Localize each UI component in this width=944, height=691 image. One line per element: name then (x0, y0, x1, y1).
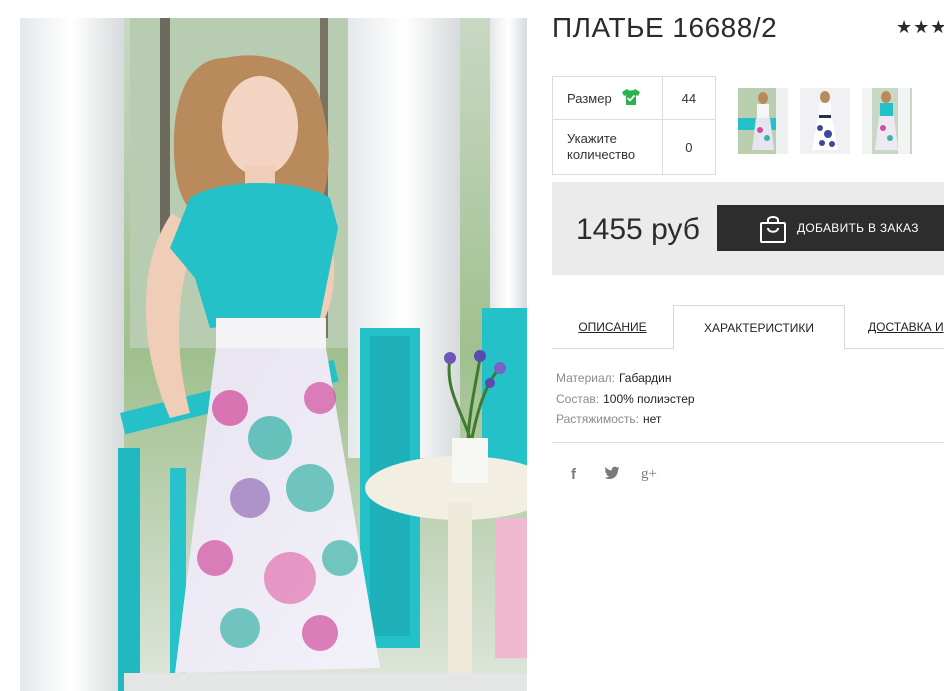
twitter-icon[interactable] (604, 466, 620, 484)
quantity-label-cell: Укажите количество (552, 119, 663, 175)
tab-description-label: ОПИСАНИЕ (578, 320, 647, 334)
thumbnail-2[interactable] (800, 88, 850, 154)
thumbnail-3[interactable] (862, 88, 912, 154)
quantity-label-line1: Укажите (567, 131, 617, 146)
tab-characteristics-label: ХАРАКТЕРИСТИКИ (703, 320, 814, 335)
size-row: Размер 44 (552, 76, 717, 120)
rating-stars[interactable]: ★★★ (896, 17, 944, 38)
characteristic-row: Материал: Габардин (556, 368, 695, 389)
characteristic-row: Состав: 100% полиэстер (556, 389, 695, 410)
product-tabs: ОПИСАНИЕ ХАРАКТЕРИСТИКИ ДОСТАВКА И (552, 305, 944, 350)
tshirt-check-icon (621, 88, 641, 109)
add-to-order-button[interactable]: ДОБАВИТЬ В ЗАКАЗ (717, 205, 944, 251)
size-value[interactable]: 44 (661, 76, 717, 120)
tab-delivery-label: ДОСТАВКА И (868, 320, 944, 334)
tab-delivery[interactable]: ДОСТАВКА И (845, 305, 944, 349)
add-to-order-label: ДОБАВИТЬ В ЗАКАЗ (797, 221, 919, 235)
tab-characteristics[interactable]: ХАРАКТЕРИСТИКИ (673, 305, 845, 350)
quantity-row: Укажите количество 0 (552, 119, 717, 175)
size-label: Размер (567, 90, 612, 106)
characteristic-row: Растяжимость: нет (556, 409, 695, 430)
characteristic-key: Материал: (556, 371, 615, 385)
thumbnail-1[interactable] (738, 88, 788, 154)
size-label-cell: Размер (552, 76, 663, 120)
shopping-bag-icon (759, 213, 787, 243)
tab-description[interactable]: ОПИСАНИЕ (552, 305, 673, 349)
google-plus-glyph: g+ (641, 466, 657, 482)
twitter-bird (604, 466, 620, 479)
quantity-label-line2: количество (567, 147, 636, 162)
facebook-glyph: f (571, 466, 576, 483)
google-plus-icon[interactable]: g+ (641, 466, 657, 483)
characteristic-value: Габардин (618, 371, 672, 385)
price-box: 1455 руб ДОБАВИТЬ В ЗАКАЗ (552, 182, 944, 275)
product-main-photo[interactable] (20, 18, 527, 691)
characteristic-key: Состав: (556, 391, 600, 406)
facebook-icon[interactable]: f (571, 466, 576, 483)
characteristic-value: нет (643, 412, 662, 426)
price: 1455 руб (576, 213, 700, 246)
quantity-input[interactable]: 0 (661, 119, 717, 175)
characteristic-key: Растяжимость: (556, 412, 640, 426)
characteristics-list: Материал: Габардин Состав: 100% полиэстер … (556, 368, 695, 430)
divider (552, 442, 944, 443)
characteristic-value: 100% полиэстер (603, 391, 695, 406)
product-title: ПЛАТЬЕ 16688/2 (552, 12, 778, 43)
product-options-table: Размер 44 Укажите количество 0 (552, 76, 717, 175)
